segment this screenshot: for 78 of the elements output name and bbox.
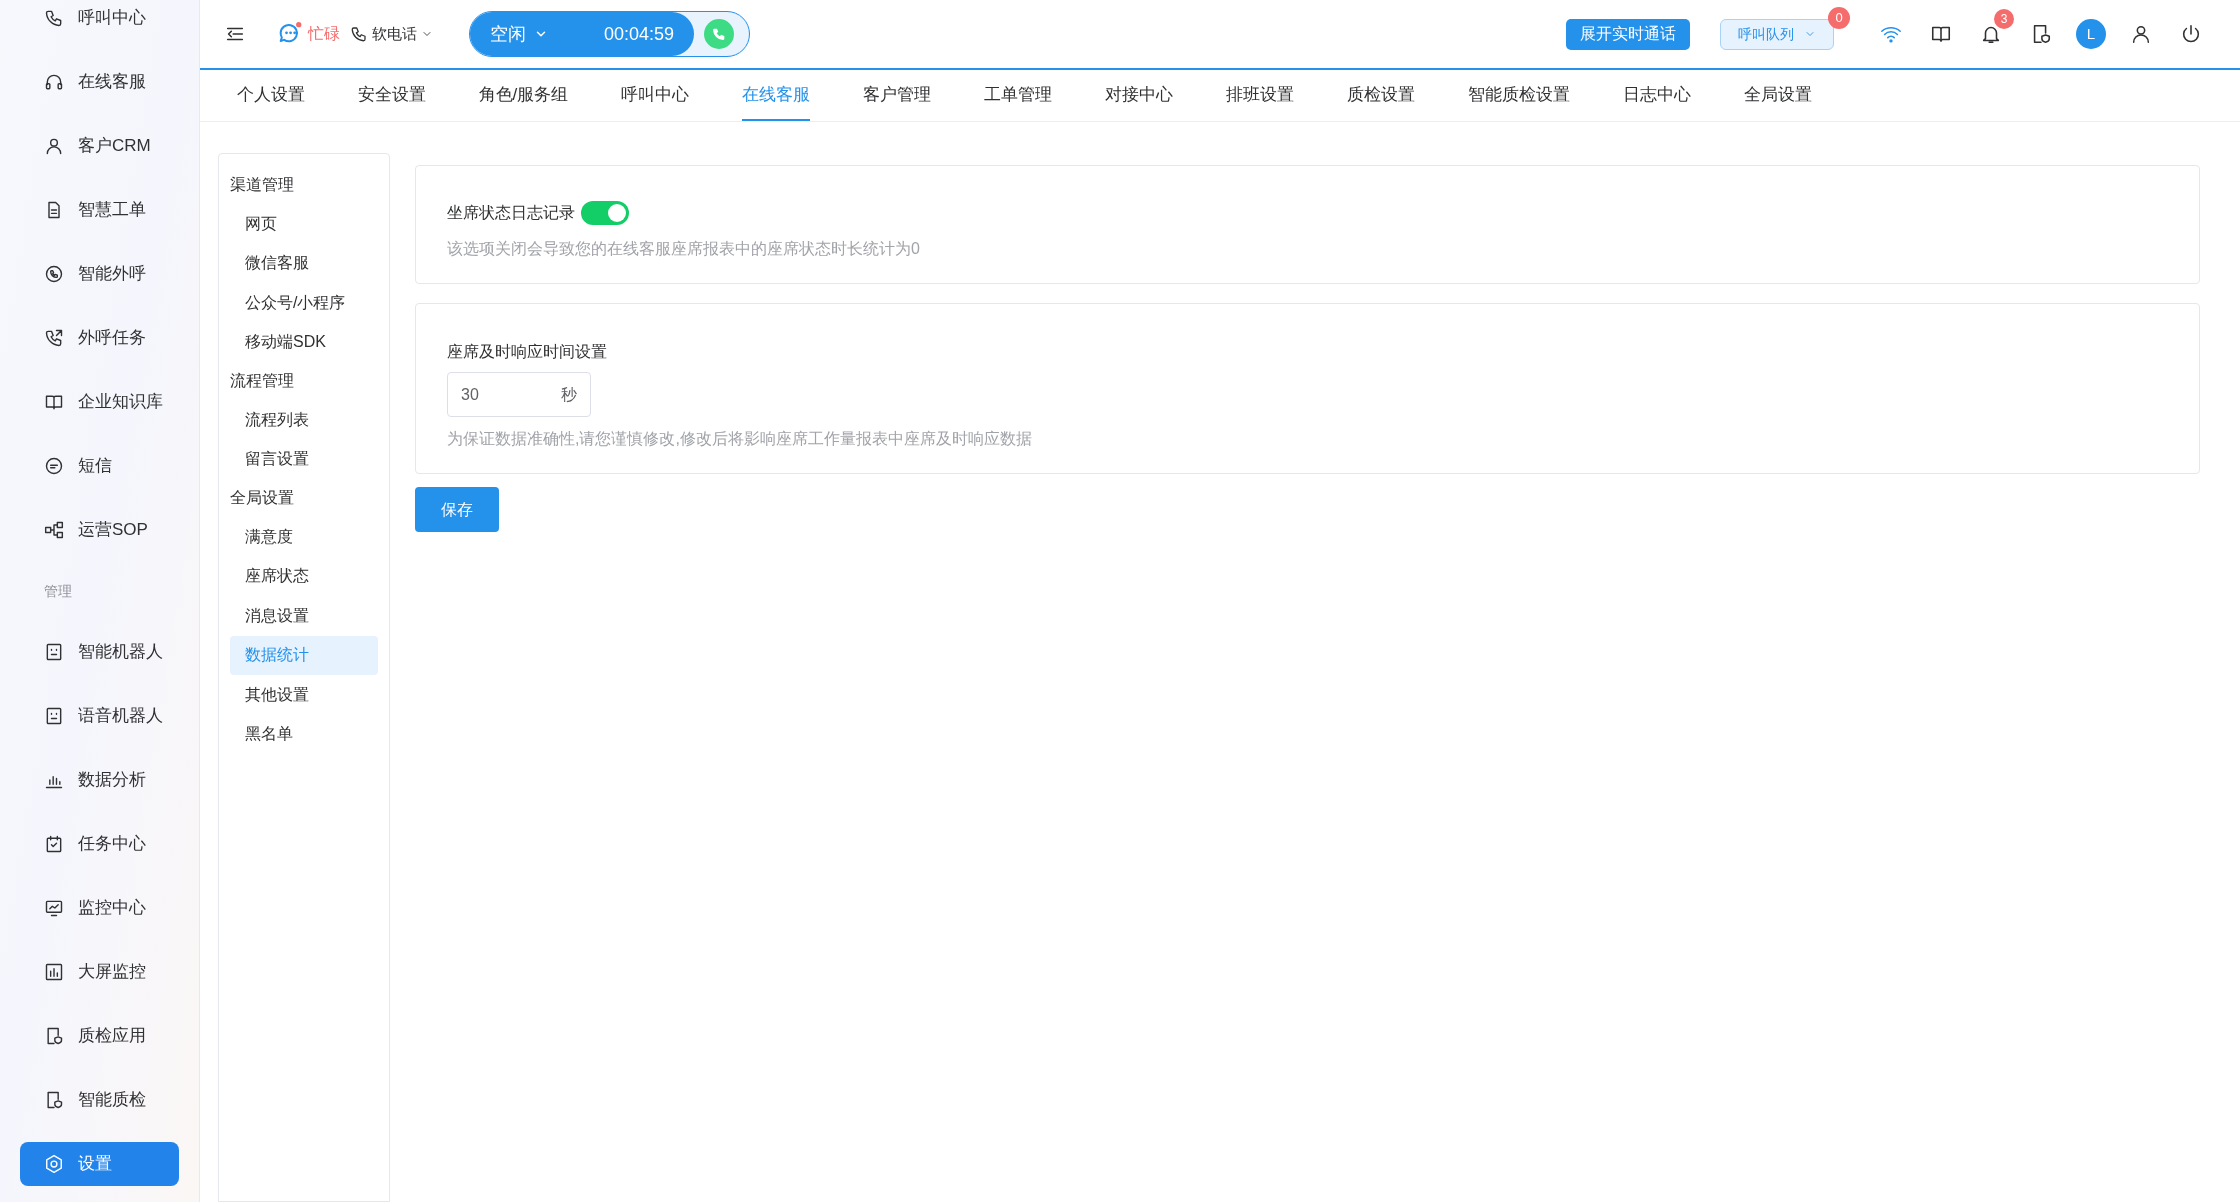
settings-tab[interactable]: 安全设置 — [357, 70, 426, 121]
settings-tab[interactable]: 日志中心 — [1623, 70, 1692, 121]
shield-document-icon — [44, 1026, 64, 1046]
submenu-item[interactable]: 流程列表 — [230, 400, 378, 440]
monitor-chart-icon — [44, 898, 64, 918]
book-icon — [44, 392, 64, 412]
settings-tab[interactable]: 客户管理 — [863, 70, 932, 121]
submenu-item[interactable]: 黑名单 — [230, 714, 378, 754]
profile-button[interactable] — [2130, 23, 2152, 45]
power-icon — [2180, 23, 2202, 45]
submenu-item[interactable]: 满意度 — [230, 517, 378, 557]
sidebar-item[interactable]: 智能机器人 — [20, 630, 179, 674]
settings-tab[interactable]: 工单管理 — [984, 70, 1053, 121]
setting-label: 坐席状态日志记录 — [447, 203, 575, 223]
headset-icon — [44, 72, 64, 92]
submenu-item[interactable]: 移动端SDK — [230, 322, 378, 362]
menu-group-title: 流程管理 — [230, 371, 295, 391]
robot-icon — [44, 706, 64, 726]
settings-icon — [44, 1154, 64, 1174]
sidebar-item[interactable]: 运营SOP — [20, 508, 179, 552]
calendar-check-icon — [44, 834, 64, 854]
robot-icon — [44, 642, 64, 662]
phone-icon — [44, 8, 64, 28]
sidebar-item[interactable]: 外呼任务 — [20, 316, 179, 360]
sidebar-item[interactable]: 数据分析 — [20, 758, 179, 802]
phone-icon — [711, 26, 727, 42]
count-badge: 0 — [1828, 6, 1850, 29]
settings-tab[interactable]: 质检设置 — [1347, 70, 1416, 121]
sidebar-item[interactable]: 企业知识库 — [20, 380, 179, 424]
shield-document-icon — [44, 1090, 64, 1110]
sidebar-item[interactable]: 客户CRM — [20, 124, 179, 168]
sidebar-item[interactable]: 短信 — [20, 444, 179, 488]
section-label: 管理 — [43, 581, 73, 601]
logout-button[interactable] — [2180, 23, 2202, 45]
call-timer: 00:04:59 — [603, 22, 674, 46]
sms-icon — [44, 456, 64, 476]
setting-hint: 为保证数据准确性,请您谨慎修改,修改后将影响座席工作量报表中座席及时响应数据 — [447, 429, 1033, 449]
flow-icon — [44, 520, 64, 540]
submenu-item[interactable]: 网页 — [230, 204, 378, 244]
sidebar-item[interactable]: 任务中心 — [20, 822, 179, 866]
number-input[interactable]: 30 秒 — [447, 372, 591, 417]
submenu-item[interactable]: 消息设置 — [230, 596, 378, 636]
submenu-item[interactable]: 留言设置 — [230, 439, 378, 479]
sidebar-item[interactable]: 智慧工单 — [20, 188, 179, 232]
sidebar-item[interactable]: 在线客服 — [20, 60, 179, 104]
chart-frame-icon — [44, 962, 64, 982]
toggle-switch[interactable] — [581, 201, 629, 225]
settings-tab[interactable]: 智能质检设置 — [1468, 70, 1571, 121]
phone-icon — [350, 25, 368, 43]
status-label: 忙碌 — [308, 24, 340, 44]
setting-label: 座席及时响应时间设置 — [447, 342, 608, 362]
sidebar-item[interactable]: 质检应用 — [20, 1014, 179, 1058]
count-badge: 3 — [1994, 9, 2014, 29]
sidebar-item[interactable]: 呼叫中心 — [20, 0, 179, 40]
sidebar-item[interactable]: 监控中心 — [20, 886, 179, 930]
submenu-item[interactable]: 座席状态 — [230, 556, 378, 596]
user-icon — [44, 136, 64, 156]
sidebar-item[interactable]: 大屏监控 — [20, 950, 179, 994]
settings-tab[interactable]: 个人设置 — [236, 70, 305, 121]
menu-group-title: 渠道管理 — [230, 175, 295, 195]
sidebar-item[interactable]: 智能外呼 — [20, 252, 179, 296]
phone-bubble-icon — [44, 264, 64, 284]
settings-tab[interactable]: 对接中心 — [1105, 70, 1174, 121]
user-icon — [2130, 23, 2152, 45]
sidebar-item[interactable]: 语音机器人 — [20, 694, 179, 738]
sidebar-item[interactable]: 智能质检 — [20, 1078, 179, 1122]
sidebar-item[interactable]: 设置 — [20, 1142, 179, 1186]
settings-tab[interactable]: 排班设置 — [1226, 70, 1295, 121]
settings-tab[interactable]: 呼叫中心 — [621, 70, 690, 121]
settings-tab[interactable]: 角色/服务组 — [478, 70, 569, 121]
setting-hint: 该选项关闭会导致您的在线客服座席报表中的座席状态时长统计为0 — [447, 239, 921, 259]
submenu-item[interactable]: 微信客服 — [230, 243, 378, 283]
settings-tab[interactable]: 全局设置 — [1744, 70, 1813, 121]
outgoing-call-icon — [44, 328, 64, 348]
submenu-item[interactable]: 公众号/小程序 — [230, 283, 378, 323]
menu-group-title: 全局设置 — [230, 488, 295, 508]
submenu-item[interactable]: 其他设置 — [230, 675, 378, 715]
softphone-dropdown[interactable]: 软电话 — [350, 22, 433, 46]
